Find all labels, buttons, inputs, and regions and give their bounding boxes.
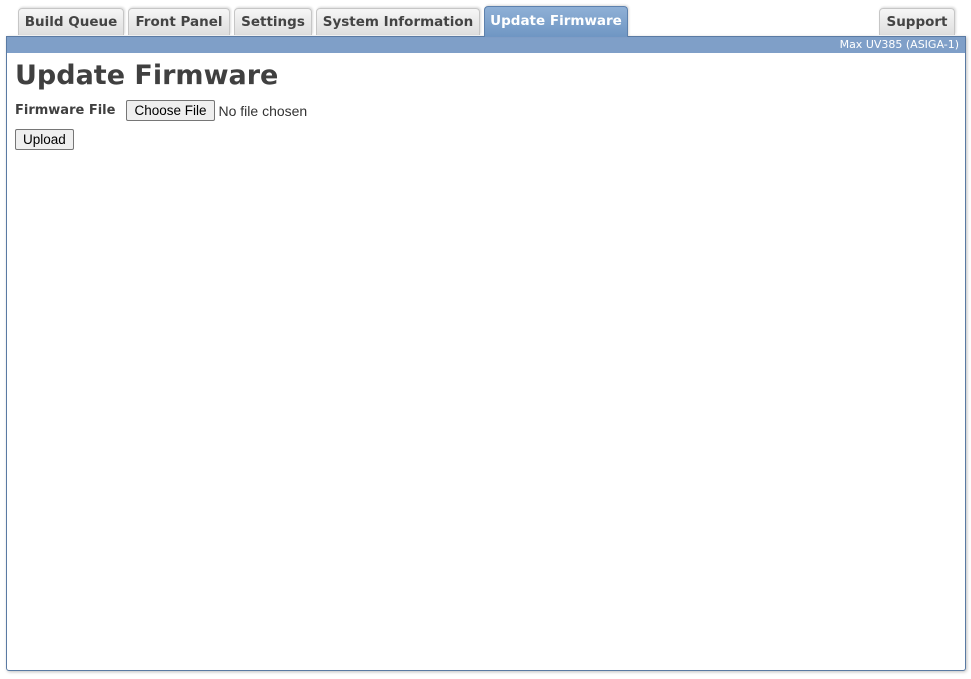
content-panel: Max UV385 (ASIGA-1) Update Firmware Firm…	[6, 36, 966, 671]
file-status-text: No file chosen	[218, 102, 308, 119]
tab-settings[interactable]: Settings	[234, 8, 312, 35]
tab-update-firmware[interactable]: Update Firmware	[484, 6, 628, 37]
tab-build-queue[interactable]: Build Queue	[18, 8, 124, 35]
page-title: Update Firmware	[15, 60, 279, 91]
tab-front-panel[interactable]: Front Panel	[128, 8, 230, 35]
tab-system-information[interactable]: System Information	[316, 8, 480, 35]
upload-row: Upload	[15, 129, 74, 150]
firmware-file-label: Firmware File	[15, 103, 116, 118]
choose-file-button[interactable]: Choose File	[126, 100, 215, 121]
tab-bar: Build Queue Front Panel Settings System …	[0, 0, 971, 37]
upload-button[interactable]: Upload	[15, 129, 74, 150]
panel-header: Max UV385 (ASIGA-1)	[7, 37, 965, 53]
device-name: Max UV385 (ASIGA-1)	[839, 38, 959, 51]
tab-support[interactable]: Support	[879, 8, 955, 35]
firmware-file-row: Firmware File Choose File No file chosen	[15, 100, 307, 121]
